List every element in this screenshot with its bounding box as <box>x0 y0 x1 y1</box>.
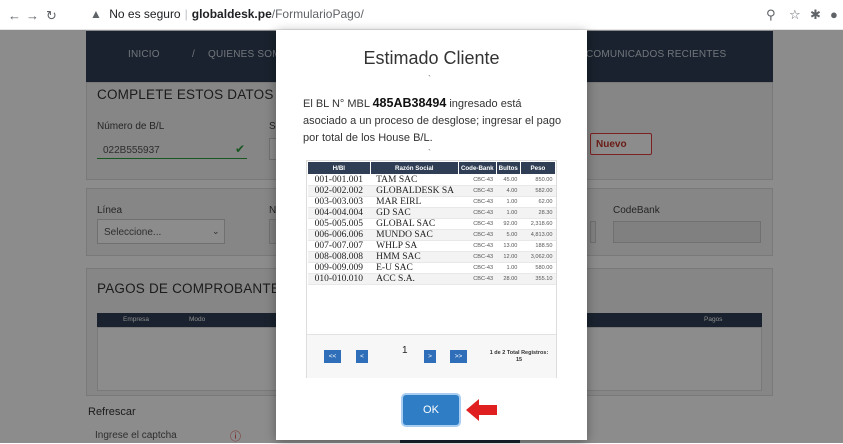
table-row[interactable]: 007-007.007 WHLP SA CBC-43 13.00 188.50 <box>307 240 556 252</box>
bultos-cell: 1.00 <box>496 196 521 208</box>
codebank-cell: CBC-43 <box>458 185 497 197</box>
peso-cell: 580.00 <box>520 262 556 274</box>
razon-social-cell: GLOBALDESK SA <box>370 185 459 197</box>
pager-info: 1 de 2 Total Registros: 15 <box>489 350 549 363</box>
first-page-button[interactable]: << <box>324 350 341 363</box>
house-bl-table: H/Bl Razón Social Code-Bank Bultos Peso … <box>306 160 557 378</box>
razon-social-cell: TAM SAC <box>370 174 459 186</box>
razon-social-cell: HMM SAC <box>370 251 459 263</box>
table-row[interactable]: 005-005.005 GLOBAL SAC CBC-43 92.00 2,318.60 <box>307 218 556 230</box>
bultos-cell: 4.00 <box>496 185 521 197</box>
peso-cell: 582.00 <box>520 185 556 197</box>
forward-icon[interactable]: → <box>26 8 39 23</box>
separator-dot: ` <box>428 74 431 84</box>
reload-icon[interactable]: ↻ <box>46 8 57 24</box>
url-host: globaldesk.pe <box>191 7 272 21</box>
col-hbl[interactable]: H/Bl <box>307 161 371 175</box>
profile-icon[interactable]: ● <box>830 7 838 22</box>
table-pager: << < 1 > >> 1 de 2 Total Registros: 15 <box>307 334 556 378</box>
star-icon[interactable]: ☆ <box>789 7 801 23</box>
hbl-cell: 004-004.004 <box>307 207 371 219</box>
codebank-cell: CBC-43 <box>458 207 497 219</box>
peso-cell: 2,318.60 <box>520 218 556 230</box>
table-row[interactable]: 008-008.008 HMM SAC CBC-43 12.00 3,062.00 <box>307 251 556 263</box>
hbl-cell: 002-002.002 <box>307 185 371 197</box>
razon-social-cell: MUNDO SAC <box>370 229 459 241</box>
peso-cell: 3,062.00 <box>520 251 556 263</box>
modal-title: Estimado Cliente <box>363 48 500 68</box>
warning-icon: ▲ <box>90 7 102 21</box>
zoom-icon[interactable]: ⚲ <box>766 7 776 23</box>
bultos-cell: 5.00 <box>496 229 521 241</box>
codebank-cell: CBC-43 <box>458 218 497 230</box>
bultos-cell: 13.00 <box>496 240 521 252</box>
hbl-cell: 005-005.005 <box>307 218 371 230</box>
modal-dialog: Estimado Cliente ` El BL N° MBL 485AB384… <box>276 30 587 440</box>
bultos-cell: 28.00 <box>496 273 521 285</box>
razon-social-cell: WHLP SA <box>370 240 459 252</box>
col-razon-social[interactable]: Razón Social <box>369 161 459 175</box>
codebank-cell: CBC-43 <box>458 251 497 263</box>
next-page-button[interactable]: > <box>424 350 436 363</box>
codebank-cell: CBC-43 <box>458 240 497 252</box>
col-peso[interactable]: Peso <box>519 161 557 175</box>
back-icon[interactable]: ← <box>8 8 21 23</box>
col-codebank[interactable]: Code-Bank <box>457 161 497 175</box>
codebank-cell: CBC-43 <box>458 196 497 208</box>
table-row[interactable]: 003-003.003 MAR EIRL CBC-43 1.00 62.00 <box>307 196 556 208</box>
razon-social-cell: GD SAC <box>370 207 459 219</box>
table-row[interactable]: 004-004.004 GD SAC CBC-43 1.00 28.30 <box>307 207 556 219</box>
col-bultos[interactable]: Bultos <box>495 161 521 175</box>
current-page: 1 <box>402 345 408 356</box>
browser-toolbar: ← → ↻ ▲ No es seguro | globaldesk.pe/Formu… <box>0 0 843 30</box>
bultos-cell: 45.00 <box>496 174 521 186</box>
bultos-cell: 92.00 <box>496 218 521 230</box>
bultos-cell: 1.00 <box>496 207 521 219</box>
url-path: /FormularioPago/ <box>271 7 364 21</box>
prev-page-button[interactable]: < <box>356 350 368 363</box>
address-bar[interactable]: ▲ No es seguro | globaldesk.pe/FormularioP… <box>90 7 364 21</box>
peso-cell: 4,813.00 <box>520 229 556 241</box>
table-row[interactable]: 002-002.002 GLOBALDESK SA CBC-43 4.00 582.00 <box>307 185 556 197</box>
hbl-cell: 003-003.003 <box>307 196 371 208</box>
table-row[interactable]: 006-006.006 MUNDO SAC CBC-43 5.00 4,813.00 <box>307 229 556 241</box>
red-arrow-icon <box>466 399 497 421</box>
hbl-cell: 006-006.006 <box>307 229 371 241</box>
table-row[interactable]: 010-010.010 ACC S.A. CBC-43 28.00 355.10 <box>307 273 556 285</box>
codebank-cell: CBC-43 <box>458 174 497 186</box>
razon-social-cell: E-U SAC <box>370 262 459 274</box>
hbl-cell: 009-009.009 <box>307 262 371 274</box>
table-row[interactable]: 009-009.009 E-U SAC CBC-43 1.00 580.00 <box>307 262 556 274</box>
hbl-cell: 007-007.007 <box>307 240 371 252</box>
hbl-cell: 010-010.010 <box>307 273 371 285</box>
table-row[interactable]: 001-001.001 TAM SAC CBC-43 45.00 850.00 <box>307 174 556 186</box>
bl-number: 485AB38494 <box>372 96 447 110</box>
peso-cell: 28.30 <box>520 207 556 219</box>
separator-dot: ` <box>428 148 431 158</box>
last-page-button[interactable]: >> <box>450 350 467 363</box>
razon-social-cell: MAR EIRL <box>370 196 459 208</box>
peso-cell: 62.00 <box>520 196 556 208</box>
codebank-cell: CBC-43 <box>458 262 497 274</box>
extensions-icon[interactable]: ✱ <box>810 7 821 23</box>
bultos-cell: 1.00 <box>496 262 521 274</box>
peso-cell: 850.00 <box>520 174 556 186</box>
peso-cell: 355.10 <box>520 273 556 285</box>
codebank-cell: CBC-43 <box>458 273 497 285</box>
codebank-cell: CBC-43 <box>458 229 497 241</box>
razon-social-cell: GLOBAL SAC <box>370 218 459 230</box>
razon-social-cell: ACC S.A. <box>370 273 459 285</box>
security-label: No es seguro <box>109 7 181 21</box>
ok-button[interactable]: OK <box>403 395 459 425</box>
hbl-cell: 008-008.008 <box>307 251 371 263</box>
peso-cell: 188.50 <box>520 240 556 252</box>
hbl-cell: 001-001.001 <box>307 174 371 186</box>
modal-message: El BL N° MBL 485AB38494 ingresado está a… <box>303 96 562 144</box>
bultos-cell: 12.00 <box>496 251 521 263</box>
